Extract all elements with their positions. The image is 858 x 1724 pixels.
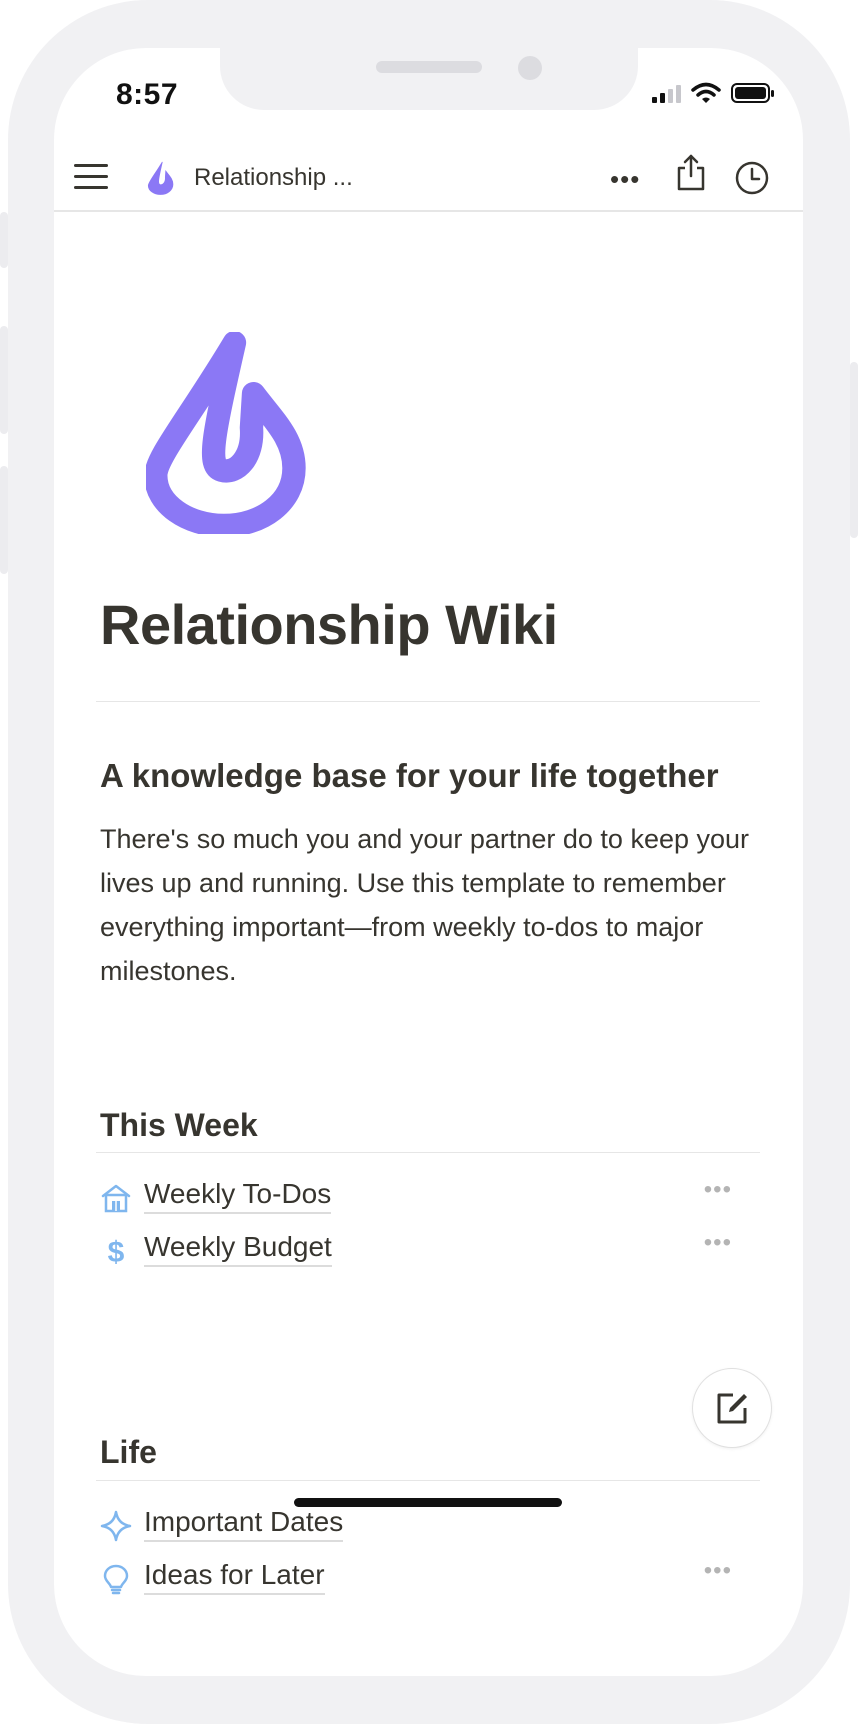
share-icon[interactable] — [676, 152, 706, 192]
page-link-label[interactable]: Important Dates — [144, 1506, 344, 1542]
wifi-icon — [691, 82, 721, 103]
sparkle-icon — [100, 1510, 132, 1542]
phone-screen: 8:57 Relationship ... ••• Relationship W… — [54, 48, 803, 1676]
section-divider — [96, 1152, 760, 1153]
row-more-icon[interactable]: ••• — [704, 1229, 732, 1257]
house-icon — [101, 1184, 131, 1213]
row-more-icon[interactable]: ••• — [704, 1557, 732, 1585]
section-divider — [96, 1480, 760, 1481]
status-time: 8:57 — [116, 78, 179, 111]
menu-icon[interactable] — [74, 164, 108, 190]
flame-icon[interactable] — [146, 160, 176, 196]
page-subheading: A knowledge base for your life together — [100, 757, 719, 794]
page-link-important-dates[interactable]: Important Dates — [96, 1502, 760, 1554]
power-button — [850, 362, 858, 538]
flame-icon — [146, 332, 306, 534]
status-icons — [652, 82, 775, 104]
page-link-label[interactable]: Weekly Budget — [144, 1231, 332, 1267]
row-more-icon[interactable]: ••• — [704, 1176, 732, 1204]
cellular-signal-icon — [652, 83, 681, 103]
new-page-button[interactable] — [692, 1368, 772, 1448]
volume-up-button — [0, 326, 8, 434]
more-options-icon[interactable]: ••• — [610, 164, 640, 195]
breadcrumb[interactable]: Relationship ... — [194, 164, 353, 192]
page-link-ideas-for-later[interactable]: Ideas for Later ••• — [96, 1555, 760, 1607]
camera — [518, 56, 542, 80]
svg-text:$: $ — [108, 1236, 125, 1267]
title-divider — [96, 701, 760, 702]
battery-icon — [731, 83, 774, 103]
page-title: Relationship Wiki — [100, 593, 558, 656]
page-link-label[interactable]: Ideas for Later — [144, 1559, 325, 1595]
notch — [220, 48, 638, 110]
home-indicator[interactable] — [294, 1498, 562, 1507]
page-link-weekly-budget[interactable]: $ Weekly Budget ••• — [96, 1227, 760, 1279]
section-title-life: Life — [100, 1434, 157, 1470]
compose-icon — [717, 1393, 747, 1424]
history-icon[interactable] — [734, 160, 770, 196]
dollar-icon: $ — [108, 1236, 125, 1267]
page-link-label[interactable]: Weekly To-Dos — [144, 1178, 332, 1214]
volume-down-button — [0, 466, 8, 574]
page-description: There's so much you and your partner do … — [100, 824, 750, 986]
top-bar: Relationship ... ••• — [54, 148, 803, 212]
page-link-weekly-to-dos[interactable]: Weekly To-Dos ••• — [96, 1174, 760, 1226]
lightbulb-icon — [103, 1564, 129, 1595]
mute-switch — [0, 212, 8, 268]
speaker — [376, 61, 482, 73]
section-title-this-week: This Week — [100, 1107, 258, 1143]
